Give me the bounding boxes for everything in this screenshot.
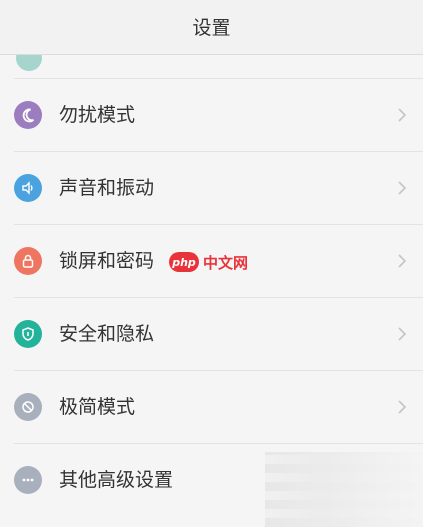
watermark: php 中文网 bbox=[169, 249, 248, 275]
mosaic-overlay bbox=[265, 452, 423, 527]
settings-item-minimal-mode[interactable]: 极简模式 bbox=[14, 370, 423, 443]
chevron-right-icon bbox=[398, 400, 407, 414]
watermark-text: 中文网 bbox=[203, 253, 249, 272]
more-dots-icon bbox=[14, 466, 42, 494]
lock-icon bbox=[14, 247, 42, 275]
settings-item-sound-vibration[interactable]: 声音和振动 bbox=[14, 151, 423, 224]
partial-list-item[interactable] bbox=[0, 45, 423, 77]
shield-icon bbox=[14, 320, 42, 348]
speaker-icon bbox=[14, 174, 42, 202]
settings-item-label: 其他高级设置 bbox=[59, 469, 174, 491]
settings-item-label: 勿扰模式 bbox=[59, 104, 136, 126]
settings-item-label: 极简模式 bbox=[59, 396, 136, 418]
chevron-right-icon bbox=[398, 181, 407, 195]
watermark-logo: php bbox=[169, 252, 199, 272]
settings-item-do-not-disturb[interactable]: 勿扰模式 bbox=[14, 78, 423, 151]
settings-item-label: 锁屏和密码 bbox=[59, 250, 155, 272]
chevron-right-icon bbox=[398, 108, 407, 122]
settings-list: 勿扰模式 声音和振动 锁屏和密码 安全和隐私 极简模式 其他高级设置 bbox=[0, 78, 423, 516]
page-title: 设置 bbox=[0, 0, 423, 55]
minimal-mode-icon bbox=[14, 393, 42, 421]
chevron-right-icon bbox=[398, 327, 407, 341]
settings-item-label: 声音和振动 bbox=[59, 177, 155, 199]
chevron-right-icon bbox=[398, 254, 407, 268]
moon-icon bbox=[14, 101, 42, 129]
settings-item-label: 安全和隐私 bbox=[59, 323, 155, 345]
settings-item-security-privacy[interactable]: 安全和隐私 bbox=[14, 297, 423, 370]
